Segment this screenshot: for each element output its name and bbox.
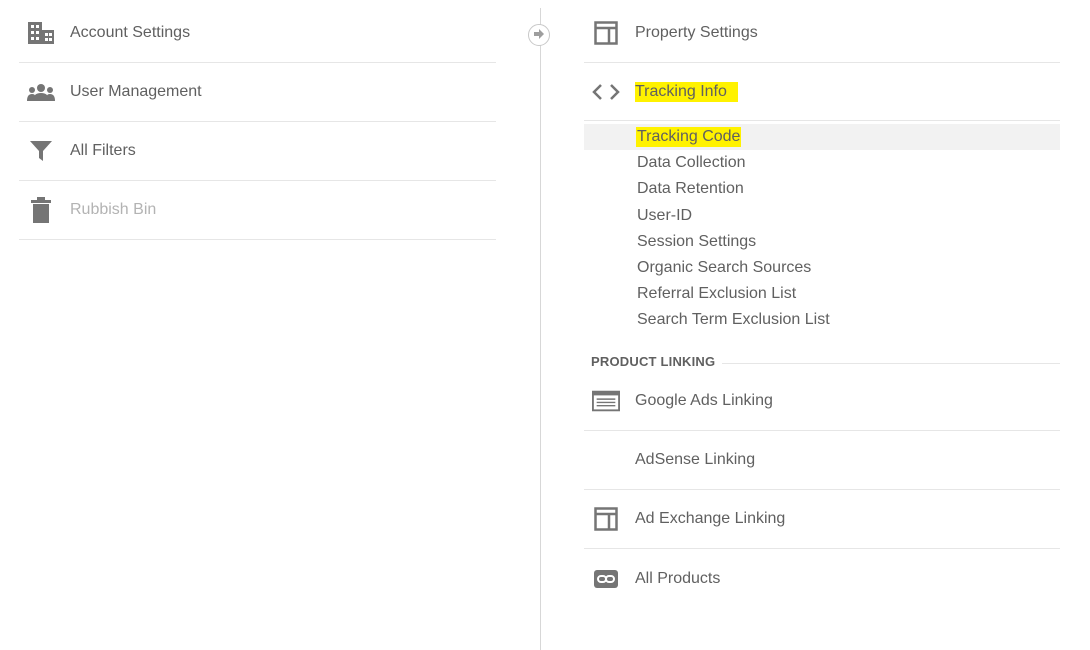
product-linking-divider [722,362,1060,364]
adsense-linking-label: AdSense Linking [635,450,756,468]
rubbish-bin-item[interactable]: Rubbish Bin [19,181,496,240]
referral-exclusion-list-link[interactable]: Referral Exclusion List [584,281,1060,307]
tracking-info-highlight: Tracking Info [635,82,738,102]
all-filters-item[interactable]: All Filters [19,122,496,181]
ads-icon [592,387,620,415]
ad-exchange-linking-item[interactable]: Ad Exchange Linking [584,490,1060,549]
user-management-label: User Management [70,83,202,100]
user-management-item[interactable]: User Management [19,63,496,122]
adsense-linking-item[interactable]: AdSense Linking [584,431,1060,490]
tracking-info-item[interactable]: Tracking Info [584,63,1060,121]
property-settings-label: Property Settings [635,24,758,41]
rubbish-bin-label: Rubbish Bin [70,201,157,218]
data-retention-link[interactable]: Data Retention [584,176,1060,202]
ad-exchange-linking-label: Ad Exchange Linking [635,509,786,527]
google-ads-linking-label: Google Ads Linking [635,391,773,409]
organic-search-sources-link[interactable]: Organic Search Sources [584,255,1060,281]
account-settings-item[interactable]: Account Settings [19,4,496,63]
search-term-exclusion-list-link[interactable]: Search Term Exclusion List [584,307,1060,333]
account-settings-label: Account Settings [70,24,191,41]
account-column: Account Settings User Management All Fil… [19,4,496,240]
building-icon [27,19,55,47]
google-ads-linking-item[interactable]: Google Ads Linking [584,372,1060,431]
all-products-label: All Products [635,569,721,587]
all-products-item[interactable]: All Products [584,549,1060,609]
tracking-info-label: Tracking Info [635,82,738,102]
data-collection-link[interactable]: Data Collection [584,150,1060,176]
all-filters-label: All Filters [70,142,136,159]
collapse-toggle-button[interactable] [528,24,550,46]
arrow-right-icon [533,26,545,44]
property-settings-item[interactable]: Property Settings [584,4,1060,63]
tracking-code-link[interactable]: Tracking Code [584,124,1060,151]
column-divider [540,8,541,650]
tracking-sub-list: Tracking Code Data Collection Data Reten… [584,124,1060,334]
filter-icon [27,137,55,165]
user-id-link[interactable]: User-ID [584,203,1060,229]
layout-icon [592,19,620,47]
trash-icon [27,196,55,224]
link-icon [592,565,620,593]
layout-icon [592,505,620,533]
session-settings-link[interactable]: Session Settings [584,229,1060,255]
product-linking-title: PRODUCT LINKING [591,353,716,369]
people-icon [27,78,55,106]
property-column: Property Settings Tracking Info Tracking… [584,4,1060,609]
tracking-code-label: Tracking Code [636,127,742,147]
code-icon [592,78,620,106]
